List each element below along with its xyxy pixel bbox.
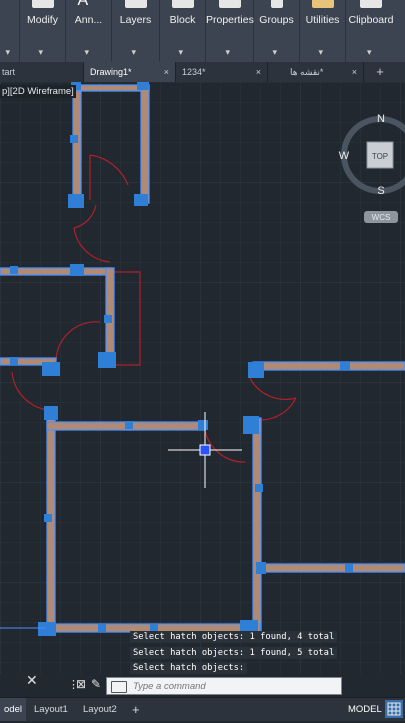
close-icon[interactable]: × — [352, 62, 357, 82]
compass-south[interactable]: S — [377, 185, 384, 197]
grip[interactable] — [125, 421, 133, 429]
chevron-down-icon[interactable]: ▾ — [132, 47, 137, 58]
clipboard-icon — [360, 0, 382, 8]
ribbon-group-modify[interactable]: Modify ▾ — [20, 0, 66, 62]
tab-label: tart — [2, 67, 16, 77]
grip[interactable] — [42, 362, 60, 376]
tab-layout1[interactable]: Layout1 — [34, 698, 68, 721]
text-icon: A — [77, 0, 89, 9]
close-icon[interactable]: × — [164, 62, 169, 82]
compass-north[interactable]: N — [377, 113, 385, 125]
grip[interactable] — [248, 362, 264, 378]
grip[interactable] — [137, 82, 149, 90]
grip[interactable] — [70, 264, 84, 276]
ribbon-group-utilities[interactable]: Utilities ▾ — [300, 0, 346, 62]
ribbon-group-groups[interactable]: Groups ▾ — [254, 0, 300, 62]
tab-1234[interactable]: 1234* × — [176, 62, 268, 82]
groups-icon — [270, 0, 283, 8]
grip[interactable] — [98, 352, 116, 368]
grip[interactable] — [68, 194, 84, 208]
grip[interactable] — [345, 564, 353, 572]
ribbon-label-clipboard: Clipboard — [348, 14, 394, 26]
close-icon[interactable]: ✕ — [26, 672, 38, 689]
file-tabs: tart Drawing1* × 1234* × نقشه ها* × + — [0, 62, 405, 83]
grid-toggle-icon[interactable] — [385, 700, 403, 718]
command-line-tools: ✕ ⋮ ⊠ ✎ — [0, 672, 106, 696]
tab-label: Drawing1* — [90, 67, 132, 77]
command-history-line: Select hatch objects: — [130, 662, 248, 674]
ribbon-group-annotation[interactable]: A Ann... ▾ — [66, 0, 112, 62]
grip[interactable] — [98, 624, 106, 632]
ribbon-group-properties[interactable]: Properties ▾ — [206, 0, 254, 62]
close-icon[interactable]: × — [256, 62, 261, 82]
utilities-icon — [311, 0, 334, 8]
chevron-down-icon[interactable]: ▾ — [85, 47, 90, 58]
wall — [140, 84, 150, 204]
compass-west[interactable]: W — [339, 150, 350, 162]
chevron-down-icon[interactable]: ▾ — [39, 47, 44, 58]
ribbon-label-properties: Properties — [206, 14, 254, 26]
grip[interactable] — [38, 622, 56, 636]
tab-maps[interactable]: نقشه ها* × — [268, 62, 364, 82]
command-line[interactable] — [106, 677, 342, 695]
chevron-down-icon[interactable]: ▾ — [226, 47, 231, 58]
ribbon-group-block[interactable]: Block ▾ — [160, 0, 206, 62]
grip[interactable] — [255, 484, 263, 492]
viewport-controls[interactable]: p][2D Wireframe] — [0, 85, 76, 98]
tab-label: نقشه ها* — [290, 67, 324, 77]
command-prompt-icon[interactable] — [111, 681, 127, 693]
tab-layout2[interactable]: Layout2 — [83, 698, 117, 721]
add-tab-icon[interactable]: + — [372, 62, 388, 82]
move-icon — [31, 0, 54, 8]
chevron-down-icon[interactable]: ▾ — [6, 47, 11, 58]
viewcube[interactable]: TOP N W S WCS — [336, 108, 405, 223]
grip[interactable] — [10, 357, 18, 365]
grip[interactable] — [198, 420, 208, 430]
wall — [252, 417, 262, 633]
wrench-icon[interactable]: ✎ — [91, 677, 101, 691]
ribbon-partial-group[interactable]: ▾ — [0, 0, 20, 62]
command-history-line: Select hatch objects: 1 found, 4 total — [130, 631, 338, 643]
layers-icon — [124, 0, 147, 8]
ribbon-label-modify: Modify — [27, 14, 58, 26]
grip-handle-icon[interactable]: ⊠ — [76, 677, 86, 691]
grip[interactable] — [134, 194, 148, 206]
grip[interactable] — [44, 406, 58, 420]
command-input[interactable] — [133, 679, 333, 693]
ribbon-label-block: Block — [169, 14, 196, 26]
ribbon-label-annotation: Ann... — [74, 14, 103, 26]
ribbon-group-layers[interactable]: Layers ▾ — [112, 0, 160, 62]
properties-icon — [218, 0, 241, 8]
add-layout-icon[interactable]: + — [132, 698, 140, 721]
tab-start[interactable]: tart — [0, 62, 84, 82]
wall — [259, 563, 405, 573]
grip[interactable] — [256, 562, 266, 574]
wall — [252, 361, 405, 371]
grip[interactable] — [243, 416, 259, 434]
grip[interactable] — [340, 362, 350, 370]
grip[interactable] — [104, 315, 112, 323]
tab-model[interactable]: odel — [0, 698, 26, 721]
viewcube-face-label: TOP — [372, 152, 388, 161]
tab-drawing1[interactable]: Drawing1* × — [84, 62, 176, 82]
chevron-down-icon[interactable]: ▾ — [367, 47, 372, 58]
ribbon-label-utilities: Utilities — [305, 14, 340, 26]
wall — [72, 84, 82, 204]
block-icon — [171, 0, 194, 8]
chevron-down-icon[interactable]: ▾ — [273, 47, 278, 58]
chevron-down-icon[interactable]: ▾ — [179, 47, 184, 58]
ribbon: ▾ Modify ▾ A Ann... ▾ Layers ▾ Block ▾ Proper… — [0, 0, 405, 63]
grip[interactable] — [10, 266, 18, 274]
ribbon-label-groups: Groups — [259, 14, 294, 26]
model-space-button[interactable]: MODEL — [345, 700, 385, 719]
status-bar: odel Layout1 Layout2 + MODEL — [0, 697, 405, 721]
tab-label: 1234* — [182, 67, 206, 77]
grip[interactable] — [44, 514, 52, 522]
ribbon-group-clipboard[interactable]: Clipboard ▾ — [346, 0, 396, 62]
command-history-line: Select hatch objects: 1 found, 5 total — [130, 647, 338, 659]
wcs-label: WCS — [372, 213, 391, 222]
grip[interactable] — [70, 135, 78, 143]
chevron-down-icon[interactable]: ▾ — [319, 47, 324, 58]
ribbon-label-layers: Layers — [119, 14, 152, 26]
